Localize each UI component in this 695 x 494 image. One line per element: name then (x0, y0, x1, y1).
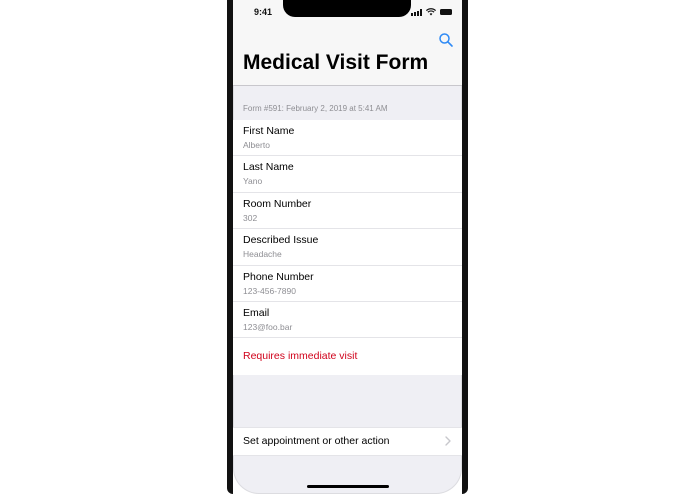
field-row-room-number[interactable]: Room Number 302 (233, 193, 462, 230)
field-label: Phone Number (243, 270, 314, 283)
field-value: 302 (243, 212, 258, 223)
navigation-bar: Medical Visit Form (233, 26, 462, 86)
field-label: Described Issue (243, 234, 319, 247)
home-indicator[interactable] (307, 485, 389, 488)
urgency-alert-row: Requires immediate visit (233, 338, 462, 374)
device-frame-right (462, 0, 468, 494)
page-title: Medical Visit Form (243, 51, 429, 74)
field-label: Last Name (243, 161, 294, 174)
wifi-icon (426, 8, 436, 16)
phone-screen: 9:41 Medical Visit Form Form #591: Febru… (233, 0, 462, 494)
form-fields-list: First Name Alberto Last Name Yano Room N… (233, 120, 462, 375)
field-value: Headache (243, 249, 282, 260)
status-bar: 9:41 (233, 0, 462, 26)
field-label: Room Number (243, 197, 312, 210)
field-value: 123@foo.bar (243, 321, 293, 332)
form-section-header: Form #591: February 2, 2019 at 5:41 AM (243, 104, 388, 113)
field-label: Email (243, 306, 270, 319)
search-icon[interactable] (438, 32, 454, 48)
field-row-first-name[interactable]: First Name Alberto (233, 120, 462, 157)
cellular-signal-icon (411, 8, 422, 16)
field-value: 123-456-7890 (243, 285, 296, 296)
notch (283, 0, 411, 17)
field-row-phone-number[interactable]: Phone Number 123-456-7890 (233, 266, 462, 302)
battery-icon (440, 9, 452, 15)
chevron-right-icon (445, 436, 451, 446)
field-row-last-name[interactable]: Last Name Yano (233, 156, 462, 193)
status-time: 9:41 (254, 7, 273, 17)
field-value: Yano (243, 176, 263, 187)
status-icons (411, 8, 452, 16)
set-appointment-button[interactable]: Set appointment or other action (233, 427, 462, 456)
field-value: Alberto (243, 140, 270, 150)
urgency-alert-text: Requires immediate visit (243, 350, 358, 363)
action-label: Set appointment or other action (243, 435, 390, 447)
field-label: First Name (243, 125, 295, 137)
field-row-email[interactable]: Email 123@foo.bar (233, 302, 462, 339)
field-row-described-issue[interactable]: Described Issue Headache (233, 229, 462, 266)
